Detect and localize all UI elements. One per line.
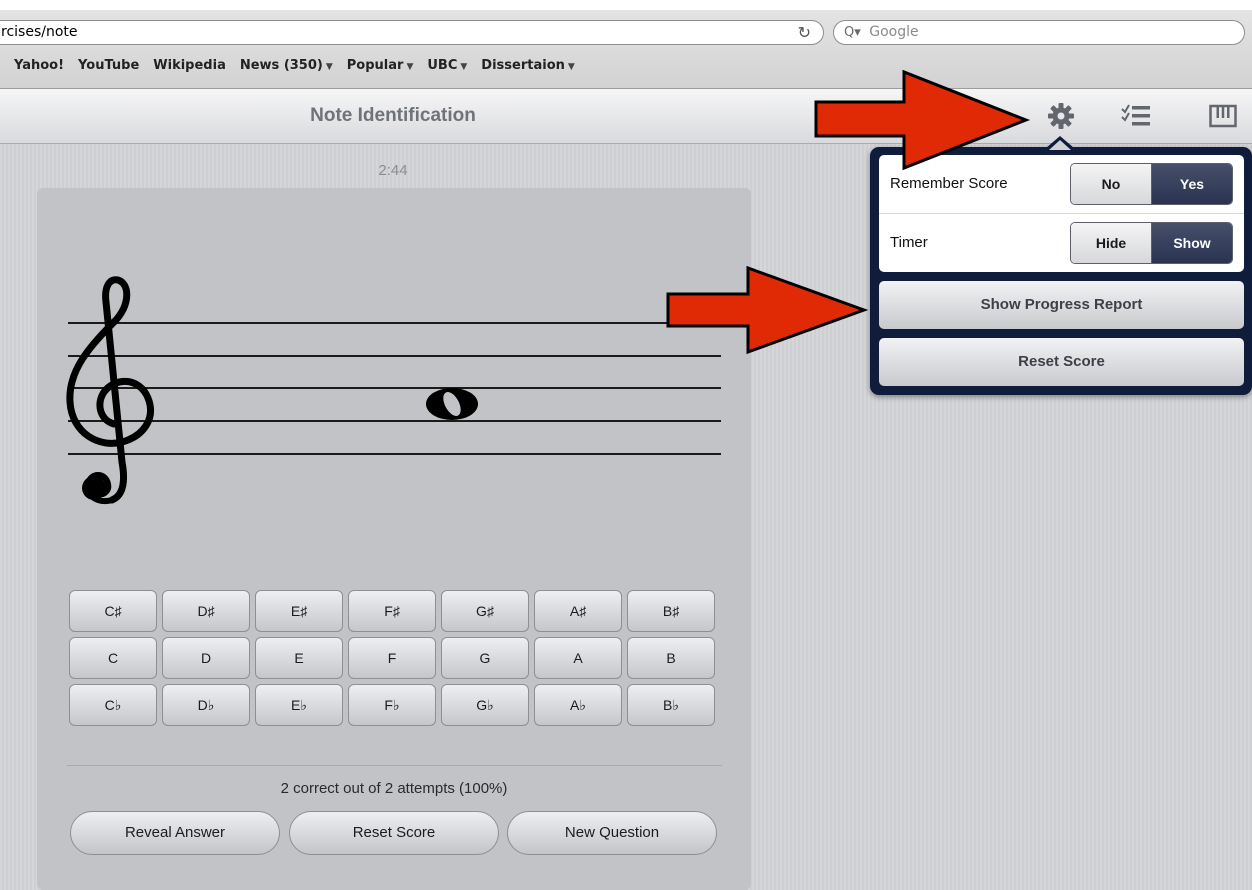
note-button-a-flat[interactable]: A♭ [534,684,622,726]
flats-row: C♭ D♭ E♭ F♭ G♭ A♭ B♭ [69,684,715,726]
timer-display: 2:44 [378,162,408,179]
bookmark-ubc[interactable]: UBC ▼ [427,58,467,78]
score-summary: 2 correct out of 2 attempts (100%) [280,780,508,797]
staff-line [68,322,721,324]
bookmark-news-label: News (350) [239,58,323,73]
note-button-g-flat[interactable]: G♭ [441,684,529,726]
treble-clef-icon [66,276,154,504]
chevron-down-icon: ▼ [460,62,468,72]
page-title: Note Identification [310,105,476,126]
staff-line [68,387,721,389]
bookmark-dissertaion[interactable]: Dissertaion ▼ [481,58,575,78]
timer-label: Timer [890,234,928,251]
note-button-b-sharp[interactable]: B♯ [627,590,715,632]
whole-note-icon [426,388,478,420]
note-button-c-flat[interactable]: C♭ [69,684,157,726]
note-button-e-flat[interactable]: E♭ [255,684,343,726]
note-button-a[interactable]: A [534,637,622,679]
search-icon: Q▾ [844,25,861,40]
bookmark-ubc-label: UBC [427,58,458,73]
chevron-down-icon: ▼ [567,62,575,72]
staff-line [68,420,721,422]
chevron-down-icon: ▼ [325,62,333,72]
bookmark-dissertaion-label: Dissertaion [481,58,565,73]
note-button-d-flat[interactable]: D♭ [162,684,250,726]
bookmark-news[interactable]: News (350) ▼ [240,58,333,78]
note-button-g-sharp[interactable]: G♯ [441,590,529,632]
note-button-b[interactable]: B [627,637,715,679]
timer-row: Timer Hide Show [879,214,1244,272]
note-button-b-flat[interactable]: B♭ [627,684,715,726]
remember-score-yes[interactable]: Yes [1152,164,1232,204]
remember-score-toggle[interactable]: No Yes [1070,163,1233,205]
divider [67,765,722,766]
bookmark-youtube[interactable]: YouTube [78,58,139,78]
staff-line [68,453,721,455]
bookmark-popular-label: Popular [346,58,404,73]
chevron-down-icon: ▼ [406,62,414,72]
note-button-e-sharp[interactable]: E♯ [255,590,343,632]
settings-gear-icon[interactable] [1046,89,1076,143]
bookmark-popular[interactable]: Popular ▼ [347,58,414,78]
popover-reset-score-button[interactable]: Reset Score [879,338,1244,386]
naturals-row: C D E F G A B [69,637,715,679]
timer-show[interactable]: Show [1152,223,1232,263]
annotation-arrow-icon [814,69,1031,171]
window-top [0,0,1252,10]
bookmark-wikipedia[interactable]: Wikipedia [153,58,226,78]
address-bar[interactable]: rcises/note ↻ [0,20,824,45]
search-placeholder: Google [869,24,919,40]
note-button-g[interactable]: G [441,637,529,679]
keyboard-icon[interactable] [1209,89,1237,143]
note-button-d[interactable]: D [162,637,250,679]
bookmark-yahoo[interactable]: Yahoo! [14,58,64,78]
new-question-button[interactable]: New Question [507,811,717,855]
staff-line [68,355,721,357]
browser-chrome: rcises/note ↻ Q▾ Google Yahoo! YouTube W… [0,0,1252,89]
address-text: rcises/note [1,24,78,40]
note-button-grid: C♯ D♯ E♯ F♯ G♯ A♯ B♯ C D E F G A B C♭ D♭… [69,590,715,731]
note-button-e[interactable]: E [255,637,343,679]
remember-score-no[interactable]: No [1071,164,1152,204]
bookmarks-bar: Yahoo! YouTube Wikipedia News (350) ▼ Pop… [14,58,575,78]
note-button-f-sharp[interactable]: F♯ [348,590,436,632]
popover-pointer-inner [1049,140,1071,150]
note-button-a-sharp[interactable]: A♯ [534,590,622,632]
timer-toggle[interactable]: Hide Show [1070,222,1233,264]
timer-hide[interactable]: Hide [1071,223,1152,263]
reload-icon[interactable]: ↻ [798,21,811,44]
settings-table: Remember Score No Yes Timer Hide Show [879,155,1244,272]
reveal-answer-button[interactable]: Reveal Answer [70,811,280,855]
search-field[interactable]: Q▾ Google [833,20,1245,45]
sharps-row: C♯ D♯ E♯ F♯ G♯ A♯ B♯ [69,590,715,632]
annotation-arrow-icon [666,265,868,355]
reset-score-button[interactable]: Reset Score [289,811,499,855]
checklist-icon[interactable] [1120,89,1152,143]
note-button-f[interactable]: F [348,637,436,679]
note-button-c-sharp[interactable]: C♯ [69,590,157,632]
show-progress-report-button[interactable]: Show Progress Report [879,281,1244,329]
note-button-d-sharp[interactable]: D♯ [162,590,250,632]
note-button-c[interactable]: C [69,637,157,679]
note-button-f-flat[interactable]: F♭ [348,684,436,726]
